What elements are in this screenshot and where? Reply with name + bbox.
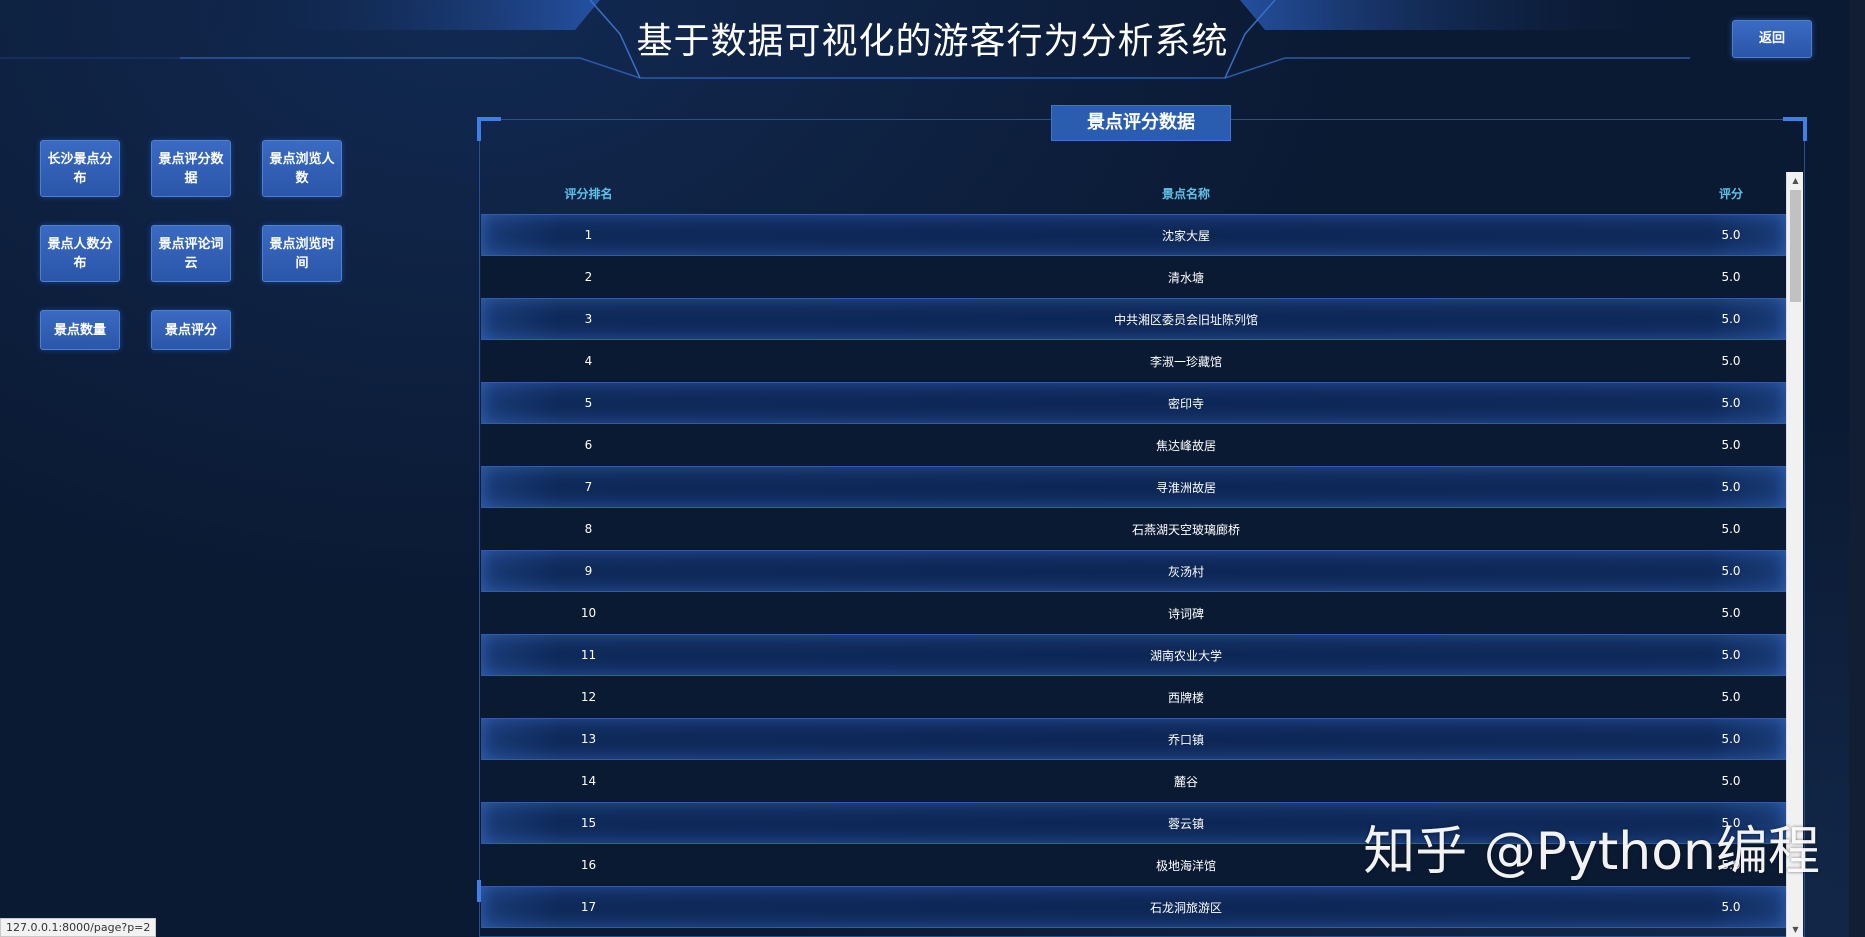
table-row: 9 灰汤村 5.0: [481, 550, 1786, 592]
cell-name: 李淑一珍藏馆: [1149, 354, 1222, 369]
cell-rank: 1: [584, 228, 593, 242]
cell-rank: 4: [584, 354, 593, 368]
cell-rank: 10: [580, 606, 597, 620]
table-header: 评分排名 景点名称 评分: [481, 172, 1786, 214]
cell-rank: 9: [584, 564, 593, 578]
column-header-score: 评分: [1718, 186, 1743, 201]
cell-score: 5.0: [1721, 690, 1741, 704]
cell-rank: 17: [580, 900, 597, 914]
cell-rank: 2: [584, 270, 593, 284]
table-row: 8 石燕湖天空玻璃廊桥 5.0: [481, 508, 1786, 550]
cell-name: 寻淮洲故居: [1155, 480, 1216, 495]
nav-button-visitor-distribution[interactable]: 景点人数分布: [40, 225, 120, 282]
cell-name: 密印寺: [1167, 396, 1204, 411]
watermark: 知乎 @Python编程: [1363, 822, 1820, 882]
cell-name: 石龙洞旅游区: [1149, 900, 1222, 915]
nav-button-attraction-count[interactable]: 景点数量: [40, 310, 120, 350]
cell-rank: 16: [580, 858, 597, 872]
scroll-up-icon[interactable]: ▲: [1787, 172, 1804, 189]
cell-rank: 7: [584, 480, 593, 494]
nav-button-attraction-rating[interactable]: 景点评分: [151, 310, 231, 350]
table-row: 3 中共湘区委员会旧址陈列馆 5.0: [481, 298, 1786, 340]
cell-score: 5.0: [1721, 438, 1741, 452]
column-header-rank: 评分排名: [564, 186, 613, 201]
cell-score: 5.0: [1721, 522, 1741, 536]
cell-score: 5.0: [1721, 564, 1741, 578]
table-row: 14 麓谷 5.0: [481, 760, 1786, 802]
table-row: 10 诗词碑 5.0: [481, 592, 1786, 634]
nav-button-view-time[interactable]: 景点浏览时间: [262, 225, 342, 282]
table-row: 13 乔口镇 5.0: [481, 718, 1786, 760]
cell-score: 5.0: [1721, 480, 1741, 494]
corner-decoration: [477, 117, 501, 141]
cell-name: 石燕湖天空玻璃廊桥: [1131, 522, 1240, 537]
cell-score: 5.0: [1721, 606, 1741, 620]
page-title: 基于数据可视化的游客行为分析系统: [636, 21, 1229, 62]
cell-name: 麓谷: [1173, 774, 1198, 789]
cell-rank: 8: [584, 522, 593, 536]
corner-decoration: [1783, 117, 1807, 141]
cell-rank: 11: [580, 648, 597, 662]
cell-score: 5.0: [1721, 396, 1741, 410]
scroll-down-icon[interactable]: ▼: [1787, 921, 1804, 937]
table-row: 12 西牌楼 5.0: [481, 676, 1786, 718]
cell-score: 5.0: [1721, 354, 1741, 368]
table-row: 17 石龙洞旅游区 5.0: [481, 886, 1786, 928]
window-edge: [1849, 0, 1865, 937]
table-row: 1 沈家大屋 5.0: [481, 214, 1786, 256]
cell-rank: 3: [584, 312, 593, 326]
cell-score: 5.0: [1721, 648, 1741, 662]
cell-rank: 13: [580, 732, 597, 746]
cell-name: 沈家大屋: [1161, 228, 1210, 243]
cell-name: 焦达峰故居: [1155, 438, 1216, 453]
cell-name: 诗词碑: [1167, 606, 1204, 621]
table-row: 5 密印寺 5.0: [481, 382, 1786, 424]
status-bar-url: 127.0.0.1:8000/page?p=2: [0, 918, 157, 937]
cell-score: 5.0: [1721, 774, 1741, 788]
panel-title: 景点评分数据: [1051, 105, 1231, 141]
cell-name: 清水塘: [1167, 270, 1204, 285]
table-row: 4 李淑一珍藏馆 5.0: [481, 340, 1786, 382]
cell-score: 5.0: [1721, 312, 1741, 326]
header: 基于数据可视化的游客行为分析系统: [0, 0, 1865, 80]
table-row: 2 清水塘 5.0: [481, 256, 1786, 298]
cell-name: 中共湘区委员会旧址陈列馆: [1113, 312, 1258, 327]
nav-grid: 长沙景点分布 景点评分数据 景点浏览人数 景点人数分布 景点评论词云 景点浏览时…: [40, 140, 350, 350]
cell-name: 乔口镇: [1167, 732, 1204, 747]
cell-name: 灰汤村: [1167, 564, 1204, 579]
table-row: 7 寻淮洲故居 5.0: [481, 466, 1786, 508]
cell-rank: 5: [584, 396, 593, 410]
nav-button-attraction-distribution[interactable]: 长沙景点分布: [40, 140, 120, 197]
cell-score: 5.0: [1721, 732, 1741, 746]
nav-button-view-count[interactable]: 景点浏览人数: [262, 140, 342, 197]
rating-panel: 景点评分数据 评分排名 景点名称 评分 1 沈家大屋 5.0 2 清水塘 5.0 3 中共湘区…: [477, 105, 1807, 937]
cell-rank: 15: [580, 816, 597, 830]
back-button[interactable]: 返回: [1732, 20, 1812, 58]
cell-rank: 6: [584, 438, 593, 452]
nav-button-rating-data[interactable]: 景点评分数据: [151, 140, 231, 197]
table-row: 6 焦达峰故居 5.0: [481, 424, 1786, 466]
cell-rank: 12: [580, 690, 597, 704]
table-row: 11 湖南农业大学 5.0: [481, 634, 1786, 676]
scroll-thumb[interactable]: [1790, 190, 1801, 302]
cell-name: 西牌楼: [1167, 690, 1204, 705]
cell-score: 5.0: [1721, 270, 1741, 284]
column-header-name: 景点名称: [1161, 186, 1210, 201]
cell-rank: 14: [580, 774, 597, 788]
cell-name: 湖南农业大学: [1149, 648, 1222, 663]
cell-score: 5.0: [1721, 228, 1741, 242]
nav-button-review-wordcloud[interactable]: 景点评论词云: [151, 225, 231, 282]
cell-score: 5.0: [1721, 900, 1741, 914]
